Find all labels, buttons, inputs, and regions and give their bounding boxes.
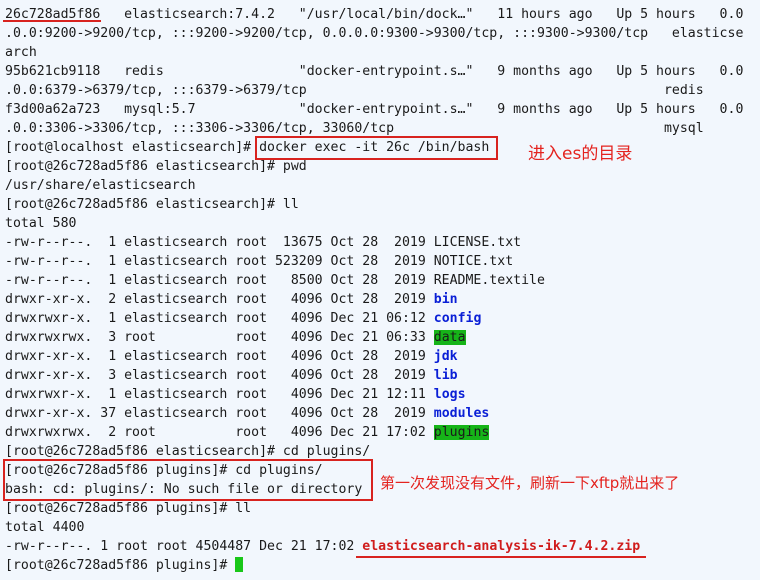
dir-name-plugins[interactable]: plugins	[433, 425, 490, 440]
dir-name-bin[interactable]: bin	[434, 292, 458, 307]
terminal-line: -rw-r--r--. 1 elasticsearch root 523209 …	[5, 254, 514, 269]
annotation-enter-es: 进入es的目录	[528, 144, 633, 164]
terminal-line: [root@26c728ad5f86 plugins]# ll	[5, 501, 252, 516]
terminal-line: -rw-r--r--. 1 elasticsearch root 8500 Oc…	[5, 273, 545, 288]
terminal-line: arch	[5, 45, 37, 60]
file-listing-row: -rw-r--r--. 1 root root 4504487 Dec 21 1…	[5, 537, 640, 556]
dir-name-data[interactable]: data	[433, 330, 466, 345]
zip-file-underline	[356, 556, 646, 558]
dir-meta: drwxr-xr-x. 2 elasticsearch root 4096 Oc…	[5, 292, 434, 307]
prompt-text: [root@26c728ad5f86 plugins]#	[5, 558, 236, 573]
terminal-line: 26c728ad5f86 elasticsearch:7.4.2 "/usr/l…	[5, 7, 744, 22]
terminal-line: .0.0:6379->6379/tcp, :::6379->6379/tcp r…	[5, 83, 704, 98]
dir-listing-row: drwxr-xr-x. 37 elasticsearch root 4096 O…	[5, 404, 489, 423]
dir-listing-row: drwxr-xr-x. 1 elasticsearch root 4096 Oc…	[5, 347, 458, 366]
dir-listing-row: drwxrwxr-x. 1 elasticsearch root 4096 De…	[5, 309, 481, 328]
dir-meta: drwxr-xr-x. 37 elasticsearch root 4096 O…	[5, 406, 434, 421]
dir-name-modules[interactable]: modules	[434, 406, 490, 421]
dir-meta: drwxrwxrwx. 2 root root 4096 Dec 21 17:0…	[5, 425, 434, 440]
prompt-line[interactable]: [root@26c728ad5f86 plugins]#	[5, 556, 244, 575]
terminal-line: /usr/share/elasticsearch	[5, 178, 196, 193]
file-meta: -rw-r--r--. 1 root root 4504487 Dec 21 1…	[5, 539, 363, 554]
terminal-line: f3d00a62a723 mysql:5.7 "docker-entrypoin…	[5, 102, 744, 117]
dir-name-lib[interactable]: lib	[434, 368, 458, 383]
no-such-file-highlight-box	[3, 459, 373, 501]
terminal-line: -rw-r--r--. 1 elasticsearch root 13675 O…	[5, 235, 522, 250]
terminal-line: [root@26c728ad5f86 elasticsearch]# ll	[5, 197, 299, 212]
dir-name-config[interactable]: config	[434, 311, 482, 326]
terminal-line: total 580	[5, 216, 77, 231]
dir-listing-row: drwxr-xr-x. 2 elasticsearch root 4096 Oc…	[5, 290, 458, 309]
dir-meta: drwxrwxr-x. 1 elasticsearch root 4096 De…	[5, 387, 434, 402]
dir-meta: drwxrwxrwx. 3 root root 4096 Dec 21 06:3…	[5, 330, 434, 345]
dir-listing-row: drwxr-xr-x. 3 elasticsearch root 4096 Oc…	[5, 366, 458, 385]
dir-listing-row: drwxrwxr-x. 1 elasticsearch root 4096 De…	[5, 385, 466, 404]
dir-name-logs[interactable]: logs	[434, 387, 466, 402]
docker-exec-highlight-box	[255, 136, 498, 160]
dir-listing-row: drwxrwxrwx. 3 root root 4096 Dec 21 06:3…	[5, 328, 466, 347]
dir-name-jdk[interactable]: jdk	[434, 349, 458, 364]
container-id-underline	[3, 20, 101, 22]
terminal-line: .0.0:9200->9200/tcp, :::9200->9200/tcp, …	[5, 26, 744, 41]
dir-listing-row: drwxrwxrwx. 2 root root 4096 Dec 21 17:0…	[5, 423, 490, 442]
terminal-line: total 4400	[5, 520, 85, 535]
dir-meta: drwxr-xr-x. 3 elasticsearch root 4096 Oc…	[5, 368, 434, 383]
dir-meta: drwxrwxr-x. 1 elasticsearch root 4096 De…	[5, 311, 434, 326]
terminal-cursor	[235, 557, 244, 572]
annotation-refresh-note: 第一次发现没有文件，刷新一下xftp就出来了	[380, 474, 680, 492]
dir-meta: drwxr-xr-x. 1 elasticsearch root 4096 Oc…	[5, 349, 434, 364]
zip-file-name[interactable]: elasticsearch-analysis-ik-7.4.2.zip	[362, 539, 640, 554]
terminal-line: 95b621cb9118 redis "docker-entrypoint.s……	[5, 64, 744, 79]
